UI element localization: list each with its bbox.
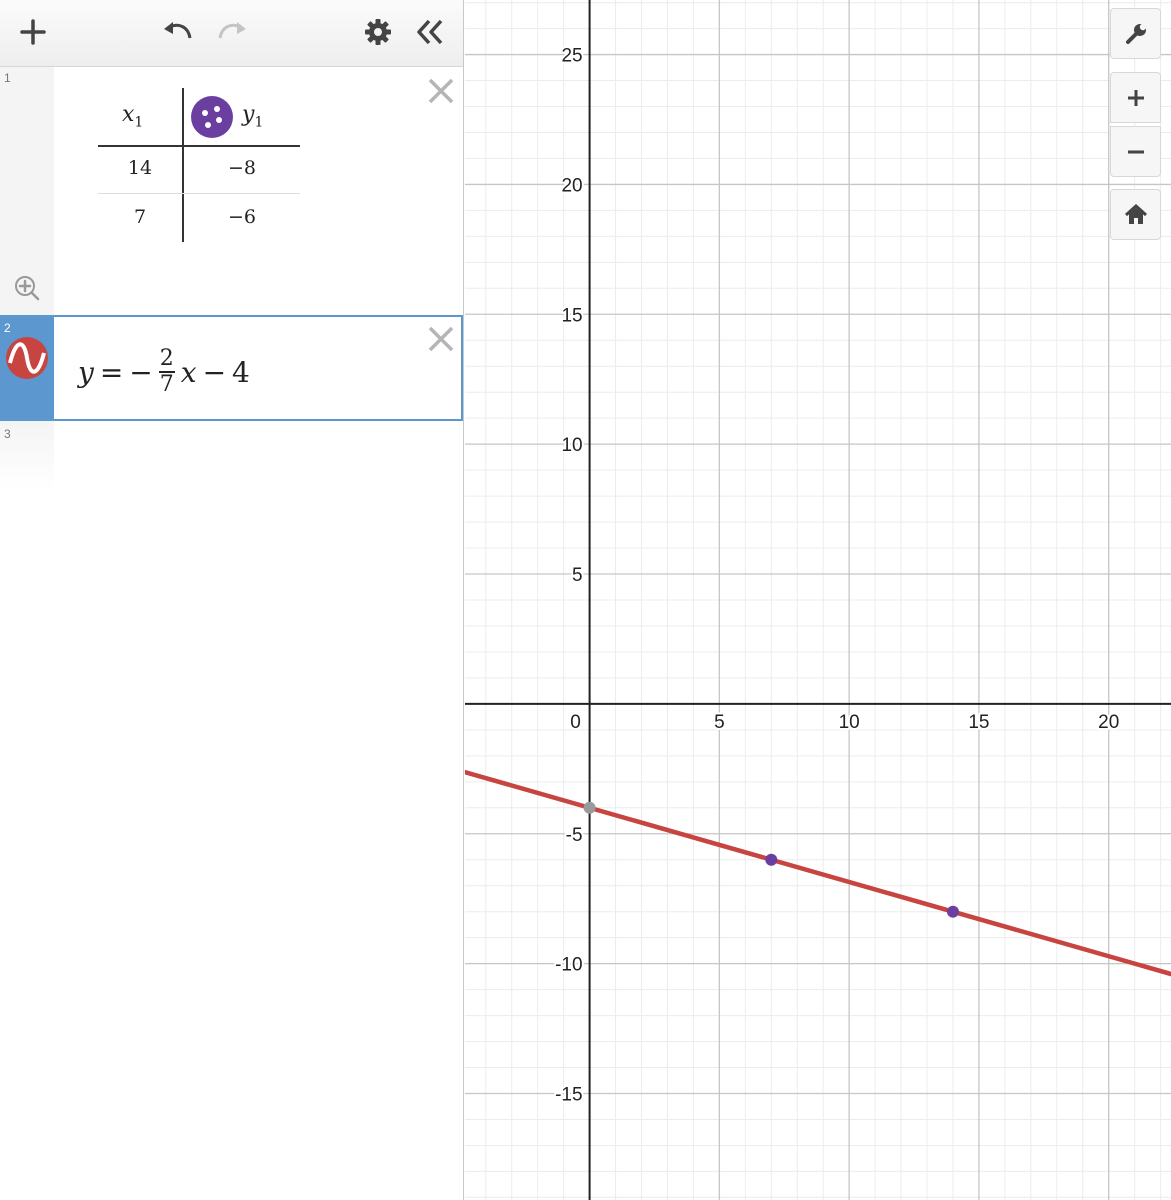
- plot-layer: [465, 769, 1171, 977]
- y-tick-label: -15: [555, 1085, 582, 1106]
- expression-row-2[interactable]: 2 y = − 2 7 x − 4: [0, 315, 463, 421]
- graph-line: [465, 769, 1171, 977]
- zoom-in-button[interactable]: [1110, 72, 1161, 123]
- delete-expression-button[interactable]: [427, 77, 455, 105]
- table-cell[interactable]: 7: [98, 206, 182, 228]
- expr-equals: =: [99, 355, 124, 389]
- expr-minus: −: [129, 355, 153, 389]
- data-table: x1 y1 14 −8 7 −6: [98, 88, 300, 242]
- table-cell[interactable]: 14: [98, 157, 182, 179]
- undo-icon: [164, 22, 192, 39]
- data-point: [946, 905, 959, 918]
- point-style-icon[interactable]: [190, 95, 234, 139]
- expr-lhs: y: [78, 355, 94, 389]
- redo-button[interactable]: [212, 12, 252, 52]
- graph-settings-button[interactable]: [1110, 8, 1161, 59]
- y-tick-label: -10: [555, 955, 582, 976]
- default-viewport-button[interactable]: [1110, 189, 1161, 240]
- y-tick-label: -5: [566, 825, 583, 846]
- tick-labels: 0 5 10 15 20 25 20 15 10 5 -5 -10 -15: [553, 44, 1121, 1108]
- x-tick-label: 10: [839, 712, 860, 733]
- expression-input[interactable]: y = − 2 7 x − 4: [78, 337, 250, 407]
- expression-row-1[interactable]: 1 x1 y1 14 −8 7 −6: [0, 67, 463, 315]
- expr-fraction: 2 7: [158, 346, 175, 397]
- table-cell[interactable]: −6: [184, 206, 300, 228]
- expression-number: 3: [4, 427, 11, 441]
- expression-panel: 1 x1 y1 14 −8 7 −6 2 y = − 2 7 x − 4 3: [0, 0, 464, 1200]
- zoom-in-icon: [1127, 89, 1144, 106]
- zoom-fit-icon[interactable]: [13, 274, 41, 302]
- expr-constant: 4: [232, 355, 250, 389]
- expr-variable: x: [180, 355, 197, 389]
- x-tick-label: 0: [570, 712, 581, 733]
- fraction-denominator: 7: [159, 371, 174, 397]
- home-icon: [1124, 203, 1147, 224]
- data-point: [765, 853, 778, 866]
- table-header-y1[interactable]: y1: [242, 102, 263, 130]
- expression-number: 1: [4, 71, 11, 85]
- line-color-icon[interactable]: [5, 336, 49, 380]
- delete-expression-button[interactable]: [427, 325, 455, 353]
- graph-paper[interactable]: 0 5 10 15 20 25 20 15 10 5 -5 -10 -15: [465, 0, 1171, 1200]
- x-tick-label: 15: [968, 712, 989, 733]
- y-tick-label: 10: [561, 435, 582, 456]
- fraction-numerator: 2: [159, 346, 174, 372]
- collapse-icon: [417, 19, 443, 45]
- plus-icon: [20, 19, 46, 45]
- wrench-icon: [1125, 23, 1146, 44]
- y-tick-label: 5: [572, 565, 583, 586]
- y-tick-label: 15: [561, 305, 582, 326]
- expression-row-3[interactable]: 3: [0, 421, 463, 491]
- expression-toolbar: [0, 0, 463, 67]
- x-tick-label: 5: [714, 712, 725, 733]
- y-tick-label: 25: [561, 46, 582, 67]
- expr-minus: −: [202, 355, 227, 389]
- zoom-out-icon: [1127, 150, 1144, 153]
- collapse-panel-button[interactable]: [410, 12, 450, 52]
- add-item-button[interactable]: [13, 12, 53, 52]
- redo-icon: [218, 22, 246, 39]
- x-tick-label: 20: [1098, 712, 1119, 733]
- settings-button[interactable]: [358, 12, 398, 52]
- zoom-out-button[interactable]: [1110, 126, 1161, 177]
- table-header-x1[interactable]: x1: [122, 102, 143, 130]
- intercept-point: [583, 801, 596, 814]
- table-cell[interactable]: −8: [184, 157, 300, 179]
- undo-button[interactable]: [158, 12, 198, 52]
- y-tick-label: 20: [561, 175, 582, 196]
- expression-number: 2: [4, 321, 11, 335]
- gear-icon: [365, 19, 391, 45]
